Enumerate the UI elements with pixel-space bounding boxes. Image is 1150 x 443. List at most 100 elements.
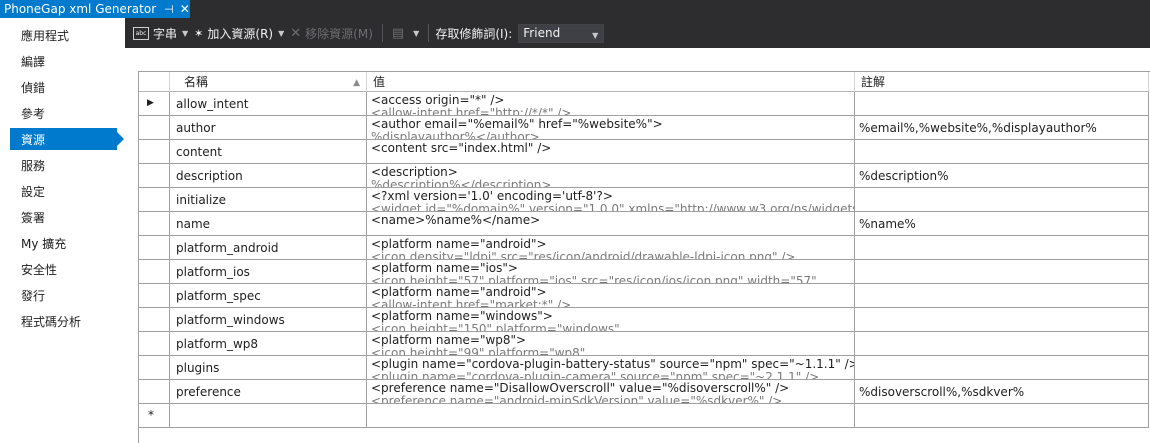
nav-item[interactable]: 應用程式 (10, 24, 117, 46)
cell-comment[interactable] (855, 260, 1149, 284)
nav-item[interactable]: 參考 (10, 102, 117, 124)
document-tab[interactable]: PhoneGap xml Generator ⊣ ✕ (0, 0, 190, 18)
cell-name[interactable]: preference (170, 380, 367, 404)
cell-comment[interactable] (855, 284, 1149, 308)
chevron-down-icon: ▼ (182, 28, 189, 38)
row-header[interactable] (139, 356, 170, 380)
cell-value[interactable]: <platform name="ios"> <icon height="57" p… (367, 260, 855, 284)
cell-value[interactable]: <description> %description%</description> (367, 164, 855, 188)
nav-item[interactable]: 資源 (10, 128, 124, 150)
nav-item[interactable]: 偵錯 (10, 76, 117, 98)
access-modifier-select[interactable]: Friend ▼ (518, 23, 605, 43)
cell-value[interactable]: <?xml version='1.0' encoding='utf-8'?> <w… (367, 188, 855, 212)
cell-comment[interactable]: %description% (855, 164, 1149, 188)
cell-comment[interactable] (855, 140, 1149, 164)
table-row[interactable]: content <content src="index.html" /> (139, 140, 1149, 164)
cell-value[interactable]: <preference name="DisallowOverscroll" va… (367, 380, 855, 404)
column-header-value[interactable]: 值 (367, 72, 855, 92)
access-modifier-label: 存取修飾詞(I): (435, 26, 513, 41)
close-icon[interactable]: ✕ (180, 2, 190, 16)
cell-name[interactable]: description (170, 164, 367, 188)
cell-name[interactable]: plugins (170, 356, 367, 380)
table-row[interactable]: platform_windows <platform name="windows"… (139, 308, 1149, 332)
cell-name[interactable]: initialize (170, 188, 367, 212)
cell-name[interactable]: platform_wp8 (170, 332, 367, 356)
cell-comment[interactable] (855, 404, 1149, 428)
column-header-name[interactable]: 名稱 ▲ (170, 72, 367, 92)
column-header-comment-label: 註解 (861, 75, 886, 89)
pin-icon[interactable]: ⊣ (164, 3, 174, 16)
row-header[interactable] (139, 188, 170, 212)
nav-item[interactable]: 編譯 (10, 50, 117, 72)
table-row[interactable]: platform_ios <platform name="ios"> <icon h… (139, 260, 1149, 284)
table-row[interactable]: platform_wp8 <platform name="wp8"> <icon h… (139, 332, 1149, 356)
row-header[interactable] (139, 212, 170, 236)
nav-item[interactable]: 服務 (10, 154, 117, 176)
add-resource-button[interactable]: ✶ 加入資源(R) ▼ (191, 21, 287, 45)
row-header[interactable] (139, 284, 170, 308)
cell-value[interactable]: <platform name="android"> <icon density="… (367, 236, 855, 260)
table-row[interactable]: name <name>%name%</name> %name% (139, 212, 1149, 236)
row-header[interactable]: * (139, 404, 170, 428)
row-header[interactable] (139, 332, 170, 356)
cell-name[interactable]: platform_ios (170, 260, 367, 284)
new-row[interactable]: * (139, 404, 1149, 428)
strings-dropdown-button[interactable]: abc 字串 ▼ (130, 21, 191, 45)
cell-comment[interactable]: %name% (855, 212, 1149, 236)
cell-comment[interactable] (855, 188, 1149, 212)
nav-item[interactable]: 簽署 (10, 206, 117, 228)
nav-item[interactable]: 安全性 (10, 258, 117, 280)
row-header[interactable] (139, 236, 170, 260)
row-header[interactable] (139, 116, 170, 140)
nav-item[interactable]: 設定 (10, 180, 117, 202)
cell-value[interactable]: <platform name="android"> <allow-intent h… (367, 284, 855, 308)
row-header[interactable] (139, 380, 170, 404)
cell-comment[interactable] (855, 308, 1149, 332)
table-row[interactable]: ▶ allow_intent <access origin="*" /> <allow… (139, 92, 1149, 116)
cell-name[interactable]: allow_intent (170, 92, 367, 116)
nav-item[interactable]: 發行 (10, 284, 117, 306)
cell-value[interactable]: <name>%name%</name> (367, 212, 855, 236)
cell-comment[interactable] (855, 356, 1149, 380)
cell-comment[interactable]: %email%,%website%,%displayauthor% (855, 116, 1149, 140)
table-row[interactable]: preference <preference name="DisallowOver… (139, 380, 1149, 404)
cell-name[interactable]: platform_windows (170, 308, 367, 332)
row-header[interactable] (139, 140, 170, 164)
row-header[interactable] (139, 308, 170, 332)
cell-comment[interactable] (855, 236, 1149, 260)
cell-value[interactable]: <author email="%email%" href="%website%"… (367, 116, 855, 140)
cell-name[interactable]: author (170, 116, 367, 140)
cell-value[interactable]: <access origin="*" /> <allow-intent href=… (367, 92, 855, 116)
views-dropdown-button[interactable]: ▤ ▼ (389, 21, 422, 45)
cell-name[interactable]: content (170, 140, 367, 164)
cell-value[interactable]: <platform name="wp8"> <icon height="99" p… (367, 332, 855, 356)
row-header[interactable] (139, 260, 170, 284)
row-header[interactable] (139, 164, 170, 188)
table-row[interactable]: platform_spec <platform name="android"> <a… (139, 284, 1149, 308)
cell-comment[interactable] (855, 332, 1149, 356)
project-properties-nav: 應用程式編譯偵錯參考資源服務設定簽署 My 擴充安全性發行程式碼分析 (0, 18, 125, 443)
cell-value-line: <allow-intent href="http://*/*" /> (371, 106, 572, 116)
column-header-comment[interactable]: 註解 (855, 72, 1149, 92)
table-row[interactable]: initialize <?xml version='1.0' encoding='… (139, 188, 1149, 212)
resource-toolbar: abc 字串 ▼ ✶ 加入資源(R) ▼ ✕ 移除資源(M) ▤ ▼ 存取修飾詞… (125, 18, 1150, 48)
cell-comment[interactable] (855, 92, 1149, 116)
cell-name[interactable]: platform_spec (170, 284, 367, 308)
row-header[interactable]: ▶ (139, 92, 170, 116)
cell-comment[interactable]: %disoverscroll%,%sdkver% (855, 380, 1149, 404)
table-row[interactable]: plugins <plugin name="cordova-plugin-batt… (139, 356, 1149, 380)
cell-name[interactable]: platform_android (170, 236, 367, 260)
cell-value[interactable] (367, 404, 855, 428)
cell-name[interactable] (170, 404, 367, 428)
table-row[interactable]: description <description> %description%</d… (139, 164, 1149, 188)
table-row[interactable]: platform_android <platform name="android"… (139, 236, 1149, 260)
table-row[interactable]: author <author email="%email%" href="%web… (139, 116, 1149, 140)
cell-value[interactable]: <content src="index.html" /> (367, 140, 855, 164)
cell-name[interactable]: name (170, 212, 367, 236)
nav-item[interactable]: 程式碼分析 (10, 310, 117, 332)
cell-value[interactable]: <platform name="windows"> <icon height="1… (367, 308, 855, 332)
remove-resource-button[interactable]: ✕ 移除資源(M) (287, 21, 376, 45)
nav-item[interactable]: My 擴充 (10, 232, 117, 254)
nav-item-label: 發行 (21, 288, 46, 303)
cell-value[interactable]: <plugin name="cordova-plugin-battery-sta… (367, 356, 855, 380)
